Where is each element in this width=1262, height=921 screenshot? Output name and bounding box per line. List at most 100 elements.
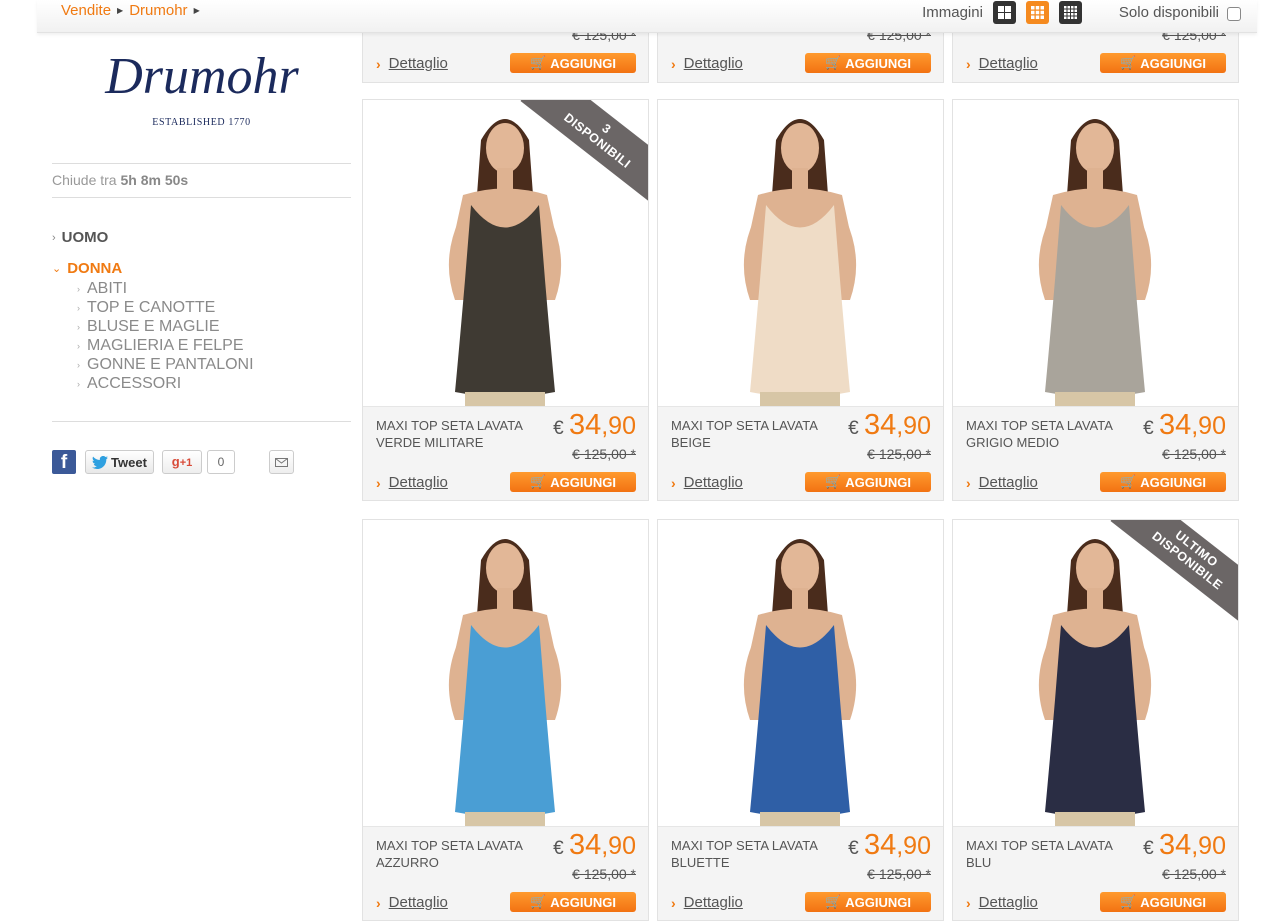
product-image[interactable]: ULTIMO DISPONIBILE	[953, 520, 1238, 826]
google-plus-button[interactable]: g+1	[162, 450, 202, 474]
old-price: € 125,00 *	[1162, 866, 1226, 882]
countdown-prefix: Chiude tra	[52, 172, 117, 188]
detail-link[interactable]: › Dettaglio	[671, 474, 743, 491]
view-label: Immagini	[922, 4, 983, 21]
tweet-button[interactable]: Tweet	[85, 450, 154, 474]
envelope-icon	[275, 457, 288, 467]
detail-link[interactable]: › Dettaglio	[966, 55, 1038, 72]
product-card-partial: € 125,00 * › Dettaglio 🛒 AGGIUNGI	[657, 33, 944, 83]
product-price: € 34,90	[553, 409, 636, 442]
subcategory-item[interactable]: › ACCESSORI	[77, 374, 351, 393]
category-uomo[interactable]: › UOMO	[52, 222, 351, 253]
add-to-cart-button[interactable]: 🛒 AGGIUNGI	[1100, 53, 1226, 73]
subcategory-item[interactable]: › ABITI	[77, 279, 351, 298]
add-to-cart-button[interactable]: 🛒 AGGIUNGI	[805, 53, 931, 73]
detail-link[interactable]: › Dettaglio	[966, 894, 1038, 911]
established-text: ESTABLISHED 1770	[152, 117, 251, 128]
google-plus-count: 0	[207, 450, 235, 474]
product-image[interactable]	[658, 100, 943, 406]
chevron-right-icon: ›	[966, 55, 971, 72]
chevron-right-icon: ›	[77, 321, 80, 332]
subcategory-item[interactable]: › GONNE E PANTALONI	[77, 355, 351, 374]
product-image[interactable]	[953, 100, 1238, 406]
breadcrumb-arrow-icon: ▶	[193, 6, 200, 15]
cart-icon: 🛒	[1120, 55, 1137, 70]
grid-medium-view-button[interactable]	[1025, 1, 1049, 24]
model-photo	[658, 520, 943, 826]
product-name[interactable]: MAXI TOP SETA LAVATA BLUETTE	[671, 837, 826, 871]
solo-disponibili-checkbox[interactable]	[1227, 7, 1241, 21]
add-to-cart-button[interactable]: 🛒 AGGIUNGI	[510, 892, 636, 912]
add-to-cart-button[interactable]: 🛒 AGGIUNGI	[805, 892, 931, 912]
price-cents: ,90	[1191, 832, 1226, 860]
cart-icon: 🛒	[825, 55, 842, 70]
old-price: € 125,00 *	[867, 446, 931, 462]
add-to-cart-button[interactable]: 🛒 AGGIUNGI	[510, 472, 636, 492]
detail-link[interactable]: › Dettaglio	[966, 474, 1038, 491]
product-card[interactable]: MAXI TOP SETA LAVATA GRIGIO MEDIO € 34,9…	[952, 99, 1239, 501]
product-image[interactable]	[363, 520, 648, 826]
grid-medium-icon	[1030, 6, 1044, 19]
breadcrumb-item-vendite[interactable]: Vendite	[61, 2, 111, 19]
product-image[interactable]	[658, 520, 943, 826]
grid-small-icon	[1063, 6, 1077, 19]
price-cents: ,90	[601, 412, 636, 440]
category-menu: › UOMO ⌄ DONNA › ABITI › TOP E CANOTTE › BLUS…	[52, 222, 351, 393]
product-card[interactable]: ULTIMO DISPONIBILE MAXI TOP SETA LAVATA …	[952, 519, 1239, 921]
product-name[interactable]: MAXI TOP SETA LAVATA BEIGE	[671, 417, 826, 451]
cart-icon: 🛒	[530, 894, 547, 909]
detail-link[interactable]: › Dettaglio	[376, 55, 448, 72]
chevron-right-icon: ›	[376, 55, 381, 72]
currency-symbol: €	[848, 838, 859, 859]
add-to-cart-button[interactable]: 🛒 AGGIUNGI	[1100, 472, 1226, 492]
email-share-button[interactable]	[269, 450, 294, 474]
product-info: MAXI TOP SETA LAVATA GRIGIO MEDIO € 34,9…	[953, 406, 1238, 500]
view-controls: Immagini Solo disponibili	[922, 0, 1241, 25]
grid-small-view-button[interactable]	[1058, 1, 1082, 24]
breadcrumb-item-brand[interactable]: Drumohr	[129, 2, 187, 19]
product-name[interactable]: MAXI TOP SETA LAVATA AZZURRO	[376, 837, 531, 871]
product-card-partial: € 125,00 * › Dettaglio 🛒 AGGIUNGI	[362, 33, 649, 83]
product-image[interactable]: 3 DISPONIBILI	[363, 100, 648, 406]
detail-link[interactable]: › Dettaglio	[671, 55, 743, 72]
product-card[interactable]: MAXI TOP SETA LAVATA BEIGE € 34,90 € 125…	[657, 99, 944, 501]
cart-icon: 🛒	[825, 474, 842, 489]
detail-link[interactable]: › Dettaglio	[376, 894, 448, 911]
product-info: MAXI TOP SETA LAVATA VERDE MILITARE € 34…	[363, 406, 648, 500]
product-card[interactable]: 3 DISPONIBILI MAXI TOP SETA LAVATA VERDE…	[362, 99, 649, 501]
chevron-right-icon: ›	[77, 359, 80, 370]
model-photo	[363, 520, 648, 826]
product-card[interactable]: MAXI TOP SETA LAVATA BLUETTE € 34,90 € 1…	[657, 519, 944, 921]
add-to-cart-button[interactable]: 🛒 AGGIUNGI	[805, 472, 931, 492]
twitter-bird-icon	[92, 455, 109, 469]
product-name[interactable]: MAXI TOP SETA LAVATA BLU	[966, 837, 1121, 871]
product-name[interactable]: MAXI TOP SETA LAVATA GRIGIO MEDIO	[966, 417, 1121, 451]
price-cents: ,90	[896, 412, 931, 440]
subcategory-item[interactable]: › TOP E CANOTTE	[77, 298, 351, 317]
grid-large-icon	[997, 6, 1011, 19]
add-to-cart-button[interactable]: 🛒 AGGIUNGI	[510, 53, 636, 73]
svg-text:Drumohr: Drumohr	[104, 48, 299, 105]
old-price: € 125,00 *	[867, 33, 931, 43]
subcategory-item[interactable]: › MAGLIERIA E FELPE	[77, 336, 351, 355]
subcategory-item[interactable]: › BLUSE E MAGLIE	[77, 317, 351, 336]
detail-link[interactable]: › Dettaglio	[376, 474, 448, 491]
price-integer: 34	[863, 409, 897, 441]
chevron-right-icon: ›	[966, 474, 971, 491]
grid-large-view-button[interactable]	[992, 1, 1016, 24]
category-label: UOMO	[61, 229, 109, 246]
brand-logo[interactable]: Drumohr ESTABLISHED 1770	[52, 33, 351, 163]
facebook-icon: f	[60, 452, 68, 473]
currency-symbol: €	[553, 838, 564, 859]
model-photo	[658, 100, 943, 406]
add-to-cart-button[interactable]: 🛒 AGGIUNGI	[1100, 892, 1226, 912]
chevron-right-icon: ›	[671, 474, 676, 491]
price-integer: 34	[1158, 409, 1192, 441]
facebook-share-button[interactable]: f	[52, 450, 76, 474]
cart-icon: 🛒	[1120, 474, 1137, 489]
product-card[interactable]: MAXI TOP SETA LAVATA AZZURRO € 34,90 € 1…	[362, 519, 649, 921]
old-price: € 125,00 *	[572, 866, 636, 882]
product-name[interactable]: MAXI TOP SETA LAVATA VERDE MILITARE	[376, 417, 531, 451]
sale-countdown: Chiude tra 5h 8m 50s	[52, 163, 351, 198]
detail-link[interactable]: › Dettaglio	[671, 894, 743, 911]
